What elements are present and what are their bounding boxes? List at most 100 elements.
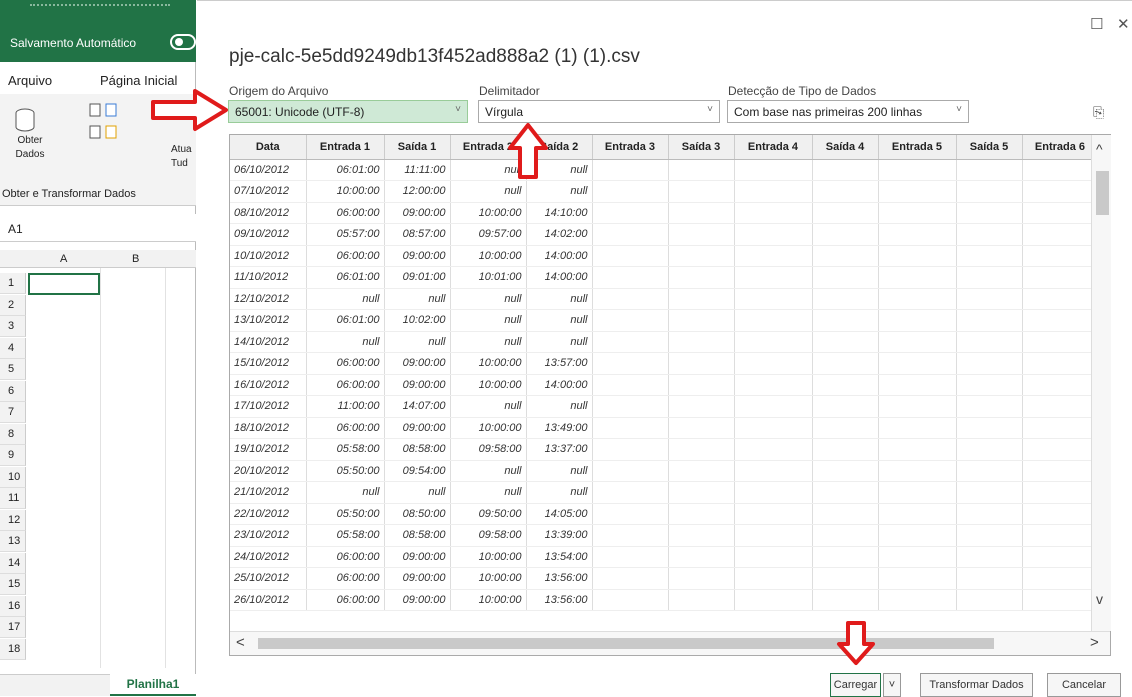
- maximize-icon[interactable]: ☐: [1090, 15, 1103, 33]
- table-cell: 08:58:00: [384, 524, 451, 547]
- row-header[interactable]: 3: [0, 316, 26, 337]
- scroll-left-icon[interactable]: <: [236, 634, 245, 651]
- column-header-b[interactable]: B: [132, 253, 139, 265]
- row-header[interactable]: 17: [0, 617, 26, 638]
- table-cell: [878, 288, 957, 310]
- table-cell: [956, 223, 1023, 246]
- table-cell: 13/10/2012: [230, 309, 307, 332]
- column-header[interactable]: Entrada 1: [306, 135, 385, 160]
- table-cell: 14:10:00: [526, 202, 593, 224]
- table-cell: [956, 395, 1023, 418]
- close-icon[interactable]: ✕: [1117, 15, 1130, 33]
- row-header[interactable]: 7: [0, 402, 26, 423]
- vertical-scrollbar[interactable]: ^ v: [1091, 135, 1111, 631]
- refresh-preview-icon[interactable]: ⎘: [1093, 104, 1104, 121]
- table-cell: 10/10/2012: [230, 245, 307, 267]
- red-down-arrow-icon: [837, 621, 875, 665]
- row-header[interactable]: 1: [0, 273, 26, 294]
- obter-dados-button[interactable]: Obter Dados: [10, 134, 50, 162]
- table-cell: [668, 202, 735, 224]
- table-cell: [1022, 395, 1099, 418]
- row-header[interactable]: 18: [0, 638, 26, 660]
- row-header[interactable]: 9: [0, 445, 26, 466]
- column-header[interactable]: Entrada 6: [1022, 135, 1099, 160]
- row-header[interactable]: 5: [0, 359, 26, 380]
- row-header[interactable]: 6: [0, 380, 26, 402]
- table-row: 09/10/2012 05:57:00 08:57:00 09:57:00 14:02:…: [230, 223, 1099, 246]
- table-cell: [734, 245, 813, 267]
- column-header[interactable]: Saída 5: [956, 135, 1023, 160]
- table-cell: 12/10/2012: [230, 288, 307, 310]
- row-header[interactable]: 4: [0, 337, 26, 359]
- column-header[interactable]: Saída 4: [812, 135, 879, 160]
- delimitador-dropdown[interactable]: Vírgula ˅: [478, 100, 720, 123]
- scroll-down-icon[interactable]: v: [1096, 591, 1103, 607]
- table-cell: 09:54:00: [384, 460, 451, 482]
- column-header[interactable]: Data: [230, 135, 307, 160]
- name-box[interactable]: A1: [8, 222, 23, 236]
- table-cell: [734, 481, 813, 504]
- table-cell: null: [526, 331, 593, 353]
- autosave-toggle[interactable]: [170, 34, 196, 50]
- table-cell: null: [450, 180, 527, 203]
- table-cell: 06:00:00: [306, 567, 385, 590]
- table-cell: [812, 245, 879, 267]
- column-header[interactable]: Saída 3: [668, 135, 735, 160]
- selected-cell-a1[interactable]: [28, 273, 100, 295]
- chevron-down-icon: ˅: [956, 104, 962, 115]
- scroll-up-icon[interactable]: ^: [1096, 141, 1103, 157]
- row-header[interactable]: 12: [0, 509, 26, 531]
- tipo-dropdown[interactable]: Com base nas primeiras 200 linhas ˅: [727, 100, 969, 123]
- carregar-button[interactable]: Carregar: [830, 673, 881, 697]
- table-cell: 09:00:00: [384, 202, 451, 224]
- table-cell: 10:00:00: [450, 589, 527, 611]
- table-cell: [956, 460, 1023, 482]
- atualizar-tudo-button[interactable]: Atua Tud: [171, 143, 197, 171]
- column-header[interactable]: Entrada 5: [878, 135, 957, 160]
- table-row: 07/10/2012 10:00:00 12:00:00 null null: [230, 180, 1099, 203]
- horizontal-scroll-thumb[interactable]: [258, 638, 994, 649]
- column-header[interactable]: Entrada 3: [592, 135, 669, 160]
- table-cell: 05:50:00: [306, 503, 385, 525]
- table-cell: [734, 202, 813, 224]
- sheet-tab-planilha1[interactable]: Planilha1: [110, 674, 196, 696]
- table-cell: 10:00:00: [450, 202, 527, 224]
- table-cell: 16/10/2012: [230, 374, 307, 396]
- table-cell: [734, 223, 813, 246]
- tab-arquivo[interactable]: Arquivo: [8, 73, 52, 88]
- table-cell: 23/10/2012: [230, 524, 307, 547]
- table-cell: 08/10/2012: [230, 202, 307, 224]
- row-header[interactable]: 8: [0, 423, 26, 445]
- horizontal-scrollbar[interactable]: < >: [230, 631, 1110, 655]
- carregar-dropdown-button[interactable]: ˅: [883, 673, 901, 697]
- table-cell: [878, 503, 957, 525]
- delimitador-label: Delimitador: [479, 84, 540, 98]
- table-cell: [956, 503, 1023, 525]
- vertical-scroll-thumb[interactable]: [1096, 171, 1109, 215]
- table-cell: [668, 180, 735, 203]
- table-cell: [1022, 223, 1099, 246]
- row-header[interactable]: 2: [0, 294, 26, 316]
- table-cell: 20/10/2012: [230, 460, 307, 482]
- row-header[interactable]: 10: [0, 466, 26, 488]
- column-header[interactable]: Saída 1: [384, 135, 451, 160]
- row-header[interactable]: 15: [0, 574, 26, 595]
- table-cell: null: [306, 481, 385, 504]
- transformar-dados-button[interactable]: Transformar Dados: [920, 673, 1033, 697]
- row-header[interactable]: 13: [0, 531, 26, 552]
- row-header[interactable]: 11: [0, 488, 26, 509]
- table-row: 17/10/2012 11:00:00 14:07:00 null null: [230, 395, 1099, 418]
- table-cell: 26/10/2012: [230, 589, 307, 611]
- scroll-right-icon[interactable]: >: [1090, 634, 1099, 651]
- data-sources-icon[interactable]: [88, 102, 128, 142]
- column-header[interactable]: Entrada 4: [734, 135, 813, 160]
- table-cell: 09:50:00: [450, 503, 527, 525]
- cancelar-button[interactable]: Cancelar: [1047, 673, 1121, 697]
- row-header[interactable]: 14: [0, 552, 26, 574]
- tab-pagina-inicial[interactable]: Página Inicial: [100, 73, 177, 88]
- column-header-a[interactable]: A: [60, 253, 67, 265]
- origem-dropdown[interactable]: 65001: Unicode (UTF-8) ˅: [228, 100, 468, 123]
- table-cell: [668, 223, 735, 246]
- row-header[interactable]: 16: [0, 595, 26, 617]
- grid-line: [100, 268, 101, 668]
